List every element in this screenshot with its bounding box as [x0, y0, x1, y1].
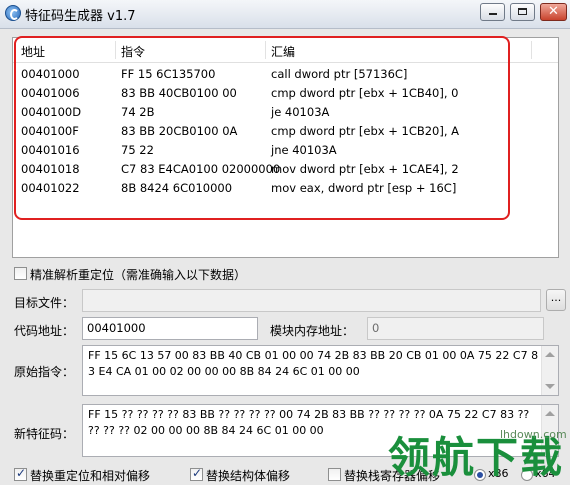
row-address: 00401000 — [21, 67, 80, 81]
replace-relocation-checkbox[interactable] — [14, 466, 27, 481]
list-header: 地址 指令 汇编 — [13, 38, 558, 63]
precise-relocation-checkbox[interactable] — [14, 267, 27, 280]
code-address-field[interactable]: 00401000 — [82, 317, 258, 340]
replace-struct-offset-label: 替换结构体偏移 — [206, 469, 291, 483]
table-row[interactable]: 00401022 8B 8424 6C010000 mov eax, dword p… — [13, 179, 558, 198]
target-file-label: 目标文件： — [14, 296, 75, 310]
row-instruction: C7 83 E4CA0100 02000000 — [121, 162, 281, 176]
column-header-assembly[interactable]: 汇编 — [271, 43, 295, 60]
replace-relocation-label: 替换重定位和相对偏移 — [30, 469, 151, 483]
row-assembly: je 40103A — [271, 105, 330, 119]
precise-relocation-label: 精准解析重定位（需准确输入以下数据） — [30, 268, 247, 282]
row-assembly: cmp dword ptr [ebx + 1CB40], 0 — [271, 86, 459, 100]
row-address: 00401022 — [21, 181, 80, 195]
row-address: 0040100F — [21, 124, 79, 138]
row-address: 00401016 — [21, 143, 80, 157]
table-row[interactable]: 00401006 83 BB 40CB0100 00 cmp dword ptr [… — [13, 84, 558, 103]
row-instruction: 8B 8424 6C010000 — [121, 181, 233, 195]
row-instruction: 83 BB 20CB0100 0A — [121, 124, 238, 138]
original-scrollbar[interactable] — [541, 346, 558, 395]
instruction-list[interactable]: 地址 指令 汇编 00401000 FF 15 6C135700 call dwor… — [12, 37, 559, 258]
row-instruction: 74 2B — [121, 105, 155, 119]
column-header-instruction[interactable]: 指令 — [121, 43, 145, 60]
scroll-up-icon[interactable] — [545, 411, 555, 416]
window-title: 特征码生成器 v1.7 — [25, 9, 136, 24]
watermark-url: lhdown.com — [500, 428, 567, 441]
table-row[interactable]: 00401000 FF 15 6C135700 call dword ptr [57… — [13, 65, 558, 84]
row-address: 00401018 — [21, 162, 80, 176]
row-assembly: call dword ptr [57136C] — [271, 67, 408, 81]
row-address: 00401006 — [21, 86, 80, 100]
row-assembly: cmp dword ptr [ebx + 1CB20], A — [271, 124, 460, 138]
table-row[interactable]: 0040100D 74 2B je 40103A — [13, 103, 558, 122]
minimize-icon — [489, 13, 497, 15]
close-button[interactable]: ✕ — [540, 3, 567, 21]
table-row[interactable]: 00401018 C7 83 E4CA0100 02000000 mov dword… — [13, 160, 558, 179]
scroll-up-icon[interactable] — [545, 352, 555, 357]
replace-stack-offset-checkbox[interactable] — [328, 468, 341, 481]
maximize-button[interactable] — [510, 3, 535, 21]
original-textarea[interactable]: FF 15 6C 13 57 00 83 BB 40 CB 01 00 00 7… — [82, 345, 559, 396]
target-file-field[interactable] — [82, 289, 541, 312]
row-instruction: FF 15 6C135700 — [121, 67, 216, 81]
close-icon: ✕ — [548, 4, 559, 19]
module-base-label: 模块内存地址： — [270, 324, 355, 338]
table-row[interactable]: 0040100F 83 BB 20CB0100 0A cmp dword ptr [… — [13, 122, 558, 141]
table-row[interactable]: 00401016 75 22 jne 40103A — [13, 141, 558, 160]
row-instruction: 83 BB 40CB0100 00 — [121, 86, 237, 100]
row-assembly: mov dword ptr [ebx + 1CAE4], 2 — [271, 162, 459, 176]
row-assembly: mov eax, dword ptr [esp + 16C] — [271, 181, 457, 195]
signature-label: 新特征码： — [14, 427, 75, 441]
browse-button[interactable]: ... — [546, 289, 566, 311]
original-label: 原始指令： — [14, 365, 75, 379]
title-bar: 特征码生成器 v1.7 ✕ — [0, 0, 570, 29]
row-instruction: 75 22 — [121, 143, 154, 157]
column-header-address[interactable]: 地址 — [21, 43, 45, 60]
code-address-label: 代码地址： — [14, 324, 75, 338]
app-icon — [5, 5, 21, 21]
original-text: FF 15 6C 13 57 00 83 BB 40 CB 01 00 00 7… — [88, 349, 539, 378]
row-assembly: jne 40103A — [271, 143, 337, 157]
module-base-field[interactable]: 0 — [367, 317, 544, 340]
scroll-down-icon[interactable] — [545, 384, 555, 389]
row-address: 0040100D — [21, 105, 82, 119]
maximize-icon — [518, 8, 527, 15]
replace-struct-offset-checkbox[interactable] — [190, 466, 203, 481]
minimize-button[interactable] — [480, 3, 505, 21]
